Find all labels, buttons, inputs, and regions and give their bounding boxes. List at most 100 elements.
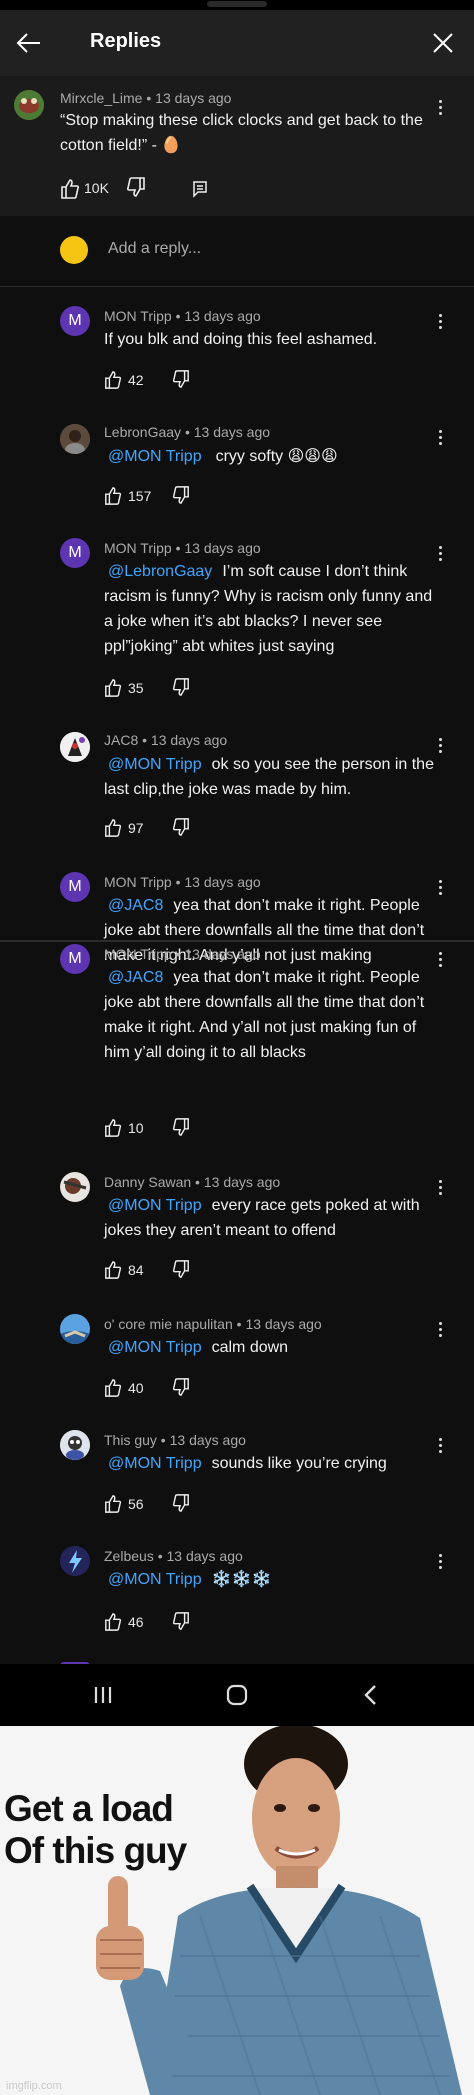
thumbs-down-icon[interactable] [172, 676, 190, 698]
reply-author[interactable]: MON Tripp [104, 540, 172, 556]
reply-author[interactable]: MON Tripp [104, 946, 172, 962]
mention-link[interactable]: @LebronGaay [108, 563, 212, 580]
thumbs-down-icon[interactable] [172, 484, 190, 506]
reply-input[interactable]: Add a reply... [108, 240, 201, 258]
thumbs-down-icon[interactable] [172, 1610, 190, 1632]
replies-header: Replies [0, 10, 474, 76]
reply-avatar[interactable] [60, 1430, 90, 1460]
reply-text-span: cryy softy 😩😩😩 [215, 448, 338, 465]
thumbs-up-icon[interactable] [104, 1117, 122, 1139]
back-arrow-icon[interactable] [14, 28, 44, 58]
reply-avatar[interactable]: M [60, 306, 90, 336]
more-vert-icon[interactable] [437, 100, 443, 118]
thumbs-down-icon[interactable] [172, 1376, 190, 1398]
more-vert-icon[interactable] [437, 430, 443, 448]
thumbs-down-icon[interactable] [172, 1258, 190, 1280]
reply-author[interactable]: JAC8 [104, 732, 138, 748]
mention-link[interactable]: @MON Tripp [108, 1339, 202, 1356]
thumbs-down-icon[interactable] [172, 816, 190, 838]
reply-author[interactable]: Danny Sawan [104, 1174, 191, 1190]
reply-meta: o' core mie napulitan • 13 days ago [104, 1316, 322, 1332]
reply-author[interactable]: MON Tripp [104, 874, 172, 890]
mention-link[interactable]: @MON Tripp [108, 448, 202, 465]
reply-like-count: 84 [128, 1262, 144, 1278]
reply-avatar[interactable] [60, 732, 90, 762]
more-vert-icon[interactable] [437, 314, 443, 332]
more-vert-icon[interactable] [437, 1180, 443, 1198]
status-bar [0, 0, 474, 10]
mention-link[interactable]: @MON Tripp [108, 1571, 202, 1588]
more-vert-icon[interactable] [437, 880, 443, 898]
thumbs-up-icon[interactable] [104, 817, 122, 839]
reply-avatar[interactable] [60, 1314, 90, 1344]
meme-caption-line2: Of this guy [4, 1830, 187, 1871]
reply-avatar[interactable] [60, 424, 90, 454]
parent-avatar[interactable] [14, 90, 44, 120]
more-vert-icon[interactable] [437, 738, 443, 756]
screenshot-seam [0, 940, 474, 942]
reply-author[interactable]: MON Tripp [104, 308, 172, 324]
reply-avatar[interactable]: M [60, 944, 90, 974]
reply-text-span: sounds like you’re crying [211, 1455, 387, 1472]
thumbs-up-icon[interactable] [104, 1259, 122, 1281]
parent-age: 13 days ago [155, 90, 232, 106]
replies-screen: Replies Mirxcle_Lime • 13 days ago “Stop… [0, 0, 474, 1726]
cartoon-avatar-icon [60, 732, 90, 762]
thumbs-up-icon[interactable] [104, 369, 122, 391]
thumbs-down-icon[interactable] [172, 368, 190, 390]
thumbs-down-icon[interactable] [126, 176, 146, 198]
thumbs-up-icon[interactable] [104, 1493, 122, 1515]
mention-link[interactable]: @MON Tripp [108, 1455, 202, 1472]
reply-avatar[interactable] [60, 1172, 90, 1202]
parent-author[interactable]: Mirxcle_Lime [60, 90, 142, 106]
reply-like-count: 40 [128, 1380, 144, 1396]
reply-age: 13 days ago [203, 1174, 281, 1190]
reply-like-count: 157 [128, 488, 152, 504]
mention-link[interactable]: @MON Tripp [108, 756, 202, 773]
meme-caption-line1: Get a load [4, 1788, 174, 1829]
reply-avatar[interactable] [60, 1546, 90, 1576]
reply-text-span: calm down [211, 1339, 289, 1356]
thumbs-down-icon[interactable] [172, 1116, 190, 1138]
reply-meta: Zelbeus • 13 days ago [104, 1548, 243, 1564]
reply-meta: This guy • 13 days ago [104, 1432, 246, 1448]
parent-comment: Mirxcle_Lime • 13 days ago “Stop making … [0, 76, 474, 216]
reply-avatar[interactable]: M [60, 538, 90, 568]
reply-like-count: 10 [128, 1120, 144, 1136]
back-icon[interactable] [360, 1683, 382, 1707]
reply-like-count: 42 [128, 372, 144, 388]
recents-icon[interactable] [92, 1684, 114, 1706]
reply-text: @JAC8 yea that don’t make it right. Peopl… [104, 965, 440, 1065]
reply-text: @MON Tripp ok so you see the person in th… [104, 752, 440, 802]
reply-author[interactable]: LebronGaay [104, 424, 181, 440]
reply-avatar[interactable]: M [60, 872, 90, 902]
mention-link[interactable]: @MON Tripp [108, 1197, 202, 1214]
thumbs-up-icon[interactable] [60, 178, 80, 200]
landscape-avatar-icon [60, 1314, 90, 1344]
more-vert-icon[interactable] [437, 1322, 443, 1340]
thumbs-up-icon[interactable] [104, 1377, 122, 1399]
lightning-avatar-icon [60, 1546, 90, 1576]
thumbs-up-icon[interactable] [104, 677, 122, 699]
reply-text-span: If you blk and doing this feel ashamed. [104, 331, 378, 348]
reply-age: 13 days ago [166, 1548, 243, 1564]
reply-author[interactable]: Zelbeus [104, 1548, 154, 1564]
home-icon[interactable] [225, 1683, 249, 1707]
imgflip-watermark: imgflip.com [6, 2080, 62, 2092]
reply-age: 13 days ago [245, 1316, 322, 1332]
reply-icon[interactable] [192, 178, 208, 200]
reply-author[interactable]: o' core mie napulitan [104, 1316, 233, 1332]
more-vert-icon[interactable] [437, 1554, 443, 1572]
reply-like-count: 46 [128, 1614, 144, 1630]
close-icon[interactable] [428, 28, 458, 58]
more-vert-icon[interactable] [437, 546, 443, 564]
more-vert-icon[interactable] [437, 1438, 443, 1456]
reply-author[interactable]: This guy [104, 1432, 157, 1448]
mention-link[interactable]: @JAC8 [108, 969, 163, 986]
reply-age: 13 days ago [184, 874, 261, 890]
more-vert-icon[interactable] [437, 952, 443, 970]
thumbs-up-icon[interactable] [104, 485, 122, 507]
thumbs-down-icon[interactable] [172, 1492, 190, 1514]
mention-link[interactable]: @JAC8 [108, 897, 163, 914]
thumbs-up-icon[interactable] [104, 1611, 122, 1633]
